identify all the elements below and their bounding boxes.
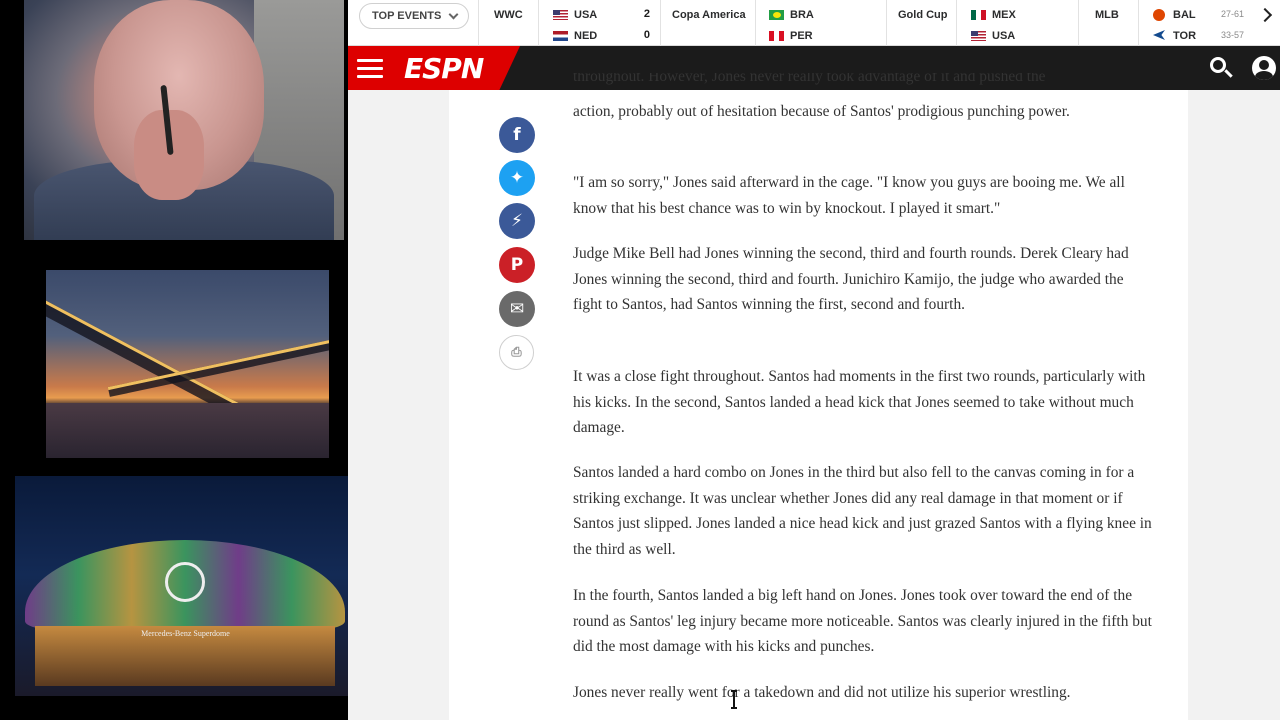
article-paragraph: Santos landed a hard combo on Jones in t… (573, 464, 1152, 558)
top-events-label: TOP EVENTS (372, 10, 442, 22)
video-overlay-panel: Mercedes-Benz Superdome (0, 0, 356, 720)
usa-flag-icon (553, 10, 568, 20)
game-mex-usa[interactable]: MEX USA (956, 0, 1078, 46)
game-usa-ned[interactable]: USA 2 NED 0 (538, 0, 660, 46)
blue-jays-logo-icon (1153, 30, 1165, 40)
netherlands-flag-icon (553, 31, 568, 41)
webcam-video (24, 0, 344, 240)
espn-logo[interactable]: ESPN (404, 52, 484, 85)
orioles-logo-icon (1153, 9, 1165, 21)
screen: Mercedes-Benz Superdome TOP EVENTS WWC U… (0, 0, 1280, 720)
email-share-icon[interactable]: ✉ (499, 291, 535, 327)
mexico-flag-icon (971, 10, 986, 20)
print-icon[interactable]: ⎙ (499, 335, 534, 370)
messenger-share-icon[interactable]: ⚡ (499, 203, 535, 239)
bridge-photo (46, 270, 329, 458)
twitter-share-icon[interactable]: ✦ (499, 160, 535, 196)
peru-flag-icon (769, 31, 784, 41)
partial-top-line: throughout. However, Jones never really … (573, 73, 1046, 85)
user-profile-icon[interactable] (1252, 56, 1276, 80)
stadium-sign: Mercedes-Benz Superdome (141, 629, 230, 638)
league-mlb[interactable]: MLB (1078, 0, 1138, 46)
chevron-down-icon (448, 9, 459, 20)
scoreboard-strip: TOP EVENTS WWC USA 2 NED 0 Copa America … (348, 0, 1280, 46)
usa-flag-icon (971, 31, 986, 41)
chevron-right-icon[interactable] (1257, 7, 1273, 23)
article-paragraph: "I am so sorry," Jones said afterward in… (573, 174, 1125, 217)
article-paragraph: It was a close fight throughout. Santos … (573, 368, 1146, 437)
menu-icon[interactable] (357, 59, 383, 78)
article-paragraph: In the fourth, Santos landed a big left … (573, 587, 1152, 656)
league-wwc[interactable]: WWC (478, 0, 538, 46)
superdome-photo: Mercedes-Benz Superdome (15, 476, 356, 696)
text-cursor-icon (731, 690, 737, 709)
article-paragraph: Jones never really went for a takedown a… (573, 684, 1071, 701)
pinterest-share-icon[interactable]: P (499, 247, 535, 283)
league-gold-cup[interactable]: Gold Cup (886, 0, 956, 46)
league-copa-america[interactable]: Copa America (660, 0, 755, 46)
article-paragraph: Judge Mike Bell had Jones winning the se… (573, 245, 1129, 314)
game-bal-tor[interactable]: BAL 27-61 TOR 33-57 (1138, 0, 1250, 46)
mercedes-logo-icon (165, 562, 205, 602)
article-paragraph: action, probably out of hesitation becau… (573, 103, 1070, 120)
top-events-dropdown[interactable]: TOP EVENTS (359, 3, 469, 29)
brazil-flag-icon (769, 10, 784, 20)
search-icon[interactable] (1210, 57, 1233, 79)
game-bra-per[interactable]: BRA PER (755, 0, 886, 46)
facebook-share-icon[interactable]: f (499, 117, 535, 153)
